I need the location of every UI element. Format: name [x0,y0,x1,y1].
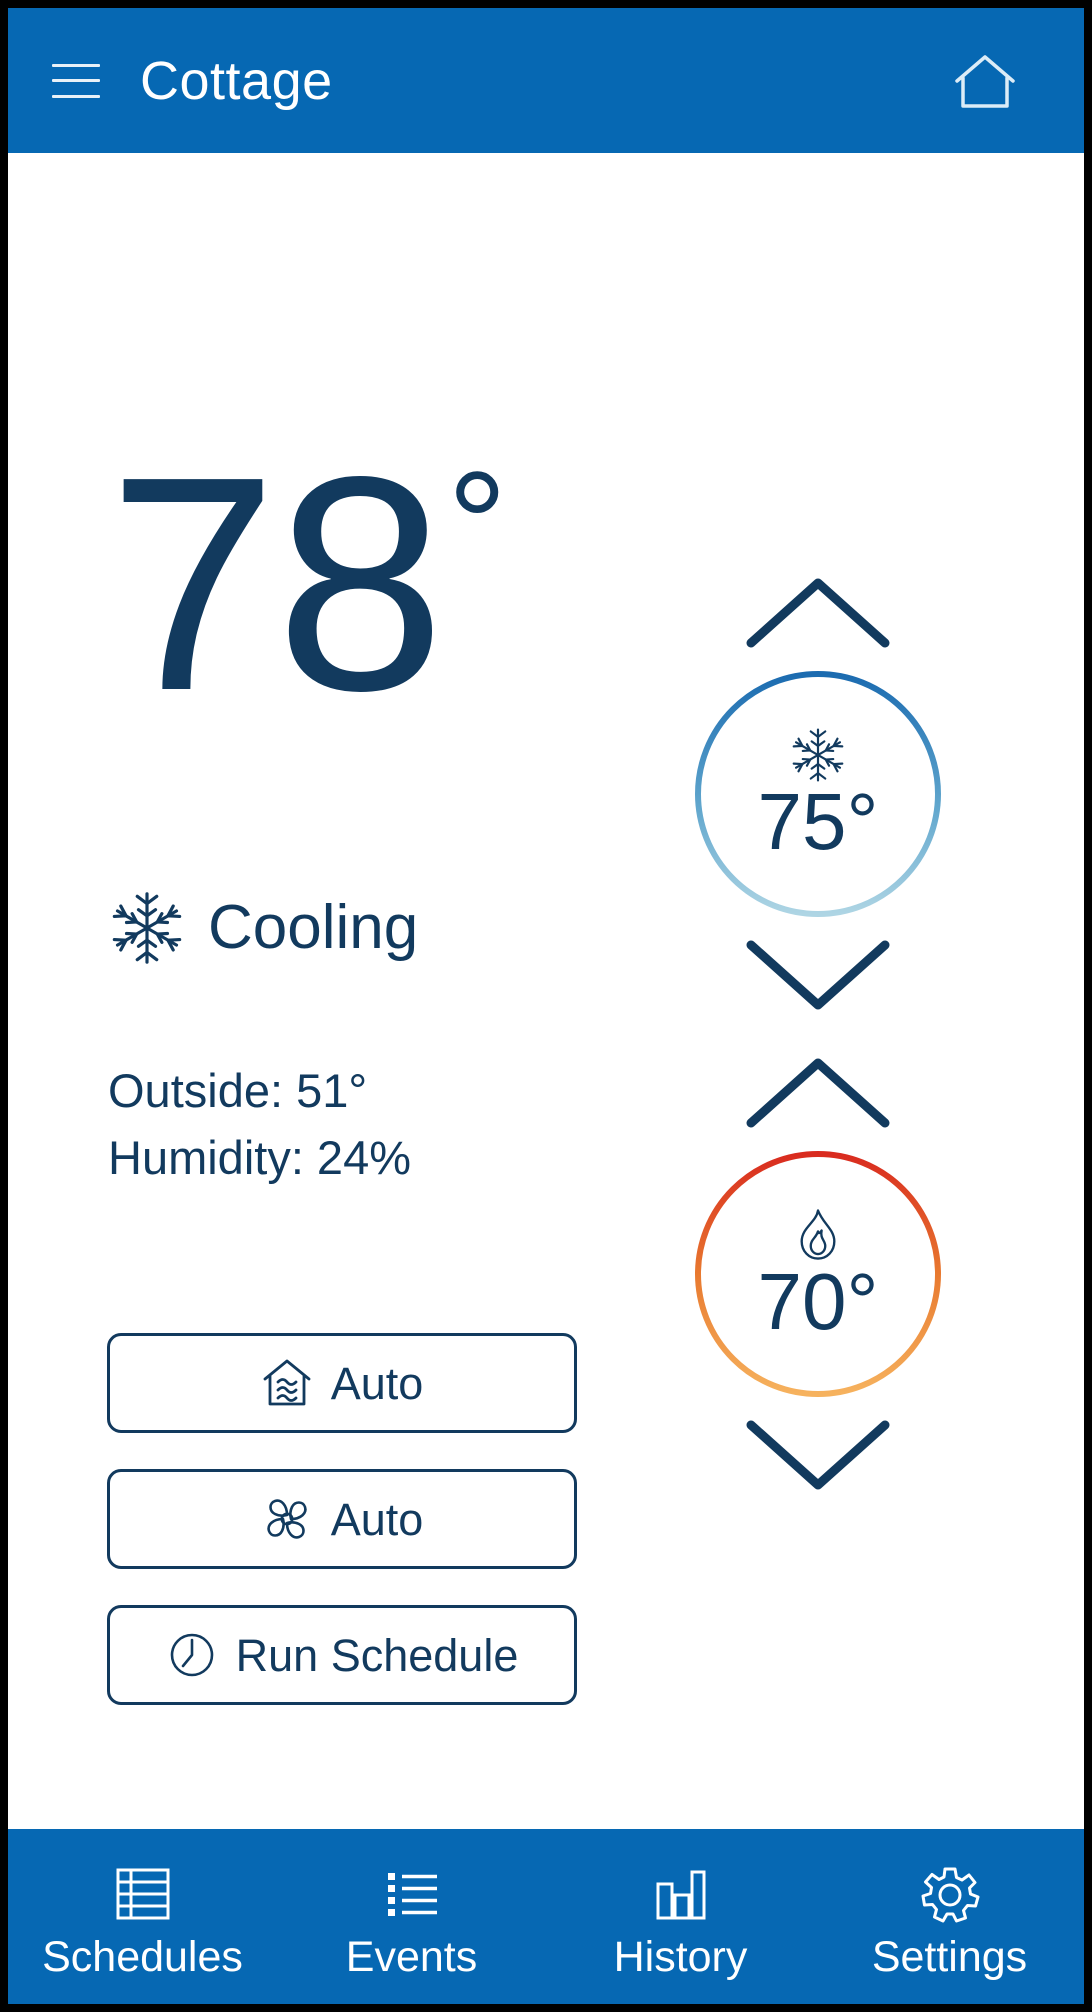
home-icon[interactable] [954,53,1016,109]
current-temperature-value: 78 [108,413,445,754]
fan-mode-label: Auto [330,1493,424,1545]
schedules-grid-icon [116,1868,169,1920]
nav-item-events[interactable]: Events [277,1829,546,2004]
house-waves-icon [263,1359,311,1406]
fan-icon [267,1499,307,1539]
events-list-icon [387,1873,437,1916]
cool-setpoint[interactable]: 75° [693,669,943,919]
clock-icon [170,1633,213,1677]
page-title: Cottage [140,50,333,111]
nav-item-settings[interactable]: Settings [815,1829,1084,2004]
run-schedule-label: Run Schedule [235,1629,519,1681]
nav-item-history[interactable]: History [546,1829,815,2004]
system-mode-label: Auto [330,1357,424,1409]
run-schedule-button[interactable]: Run Schedule [107,1605,577,1705]
setpoint-controls: 75° 70° [638,573,998,1495]
nav-item-schedules[interactable]: Schedules [8,1829,277,2004]
hamburger-line [52,63,100,67]
current-temperature: 78° [108,431,507,736]
heat-setpoint-increase-button[interactable] [743,1053,893,1131]
bottom-navigation: Schedules Events History Settings [8,1829,1084,2004]
hamburger-menu-icon[interactable] [52,63,100,98]
heat-setpoint[interactable]: 70° [693,1149,943,1399]
flame-icon [800,1209,836,1260]
hamburger-line [52,94,100,98]
hvac-status: Cooling [108,889,418,967]
hamburger-line [52,79,100,82]
app-header: Cottage [8,8,1084,153]
indoor-humidity: Humidity: 24% [108,1130,411,1184]
outside-temperature: Outside: 51° [108,1064,368,1117]
nav-label-settings: Settings [871,1933,1028,1981]
nav-label-schedules: Schedules [42,1933,243,1981]
cool-setpoint-content: 75° [757,726,879,866]
system-mode-button[interactable]: Auto [107,1333,577,1433]
thermostat-app: Cottage 78° Cooling Outside: 51° Humidit… [8,8,1084,2004]
cool-setpoint-increase-button[interactable] [743,573,893,651]
heat-setpoint-content: 70° [757,1206,879,1346]
cool-setpoint-decrease-button[interactable] [743,937,893,1015]
cool-setpoint-value: 75° [757,777,879,866]
fan-mode-button[interactable]: Auto [107,1469,577,1569]
hvac-status-label: Cooling [208,893,419,962]
heat-setpoint-decrease-button[interactable] [743,1417,893,1495]
snowflake-icon [112,892,182,964]
nav-label-events: Events [345,1933,478,1981]
environment-info: Outside: 51° Humidity: 24% [108,1058,411,1191]
settings-gear-icon [921,1867,979,1923]
history-bars-icon [656,1870,705,1920]
heat-setpoint-value: 70° [757,1257,879,1346]
mode-button-stack: Auto Auto Run Schedule [107,1333,577,1705]
current-temperature-degree: ° [447,440,507,609]
nav-label-history: History [613,1933,748,1981]
main-content: 78° Cooling Outside: 51° Humidity: 24% A… [8,153,1084,1829]
snowflake-icon [792,728,844,782]
